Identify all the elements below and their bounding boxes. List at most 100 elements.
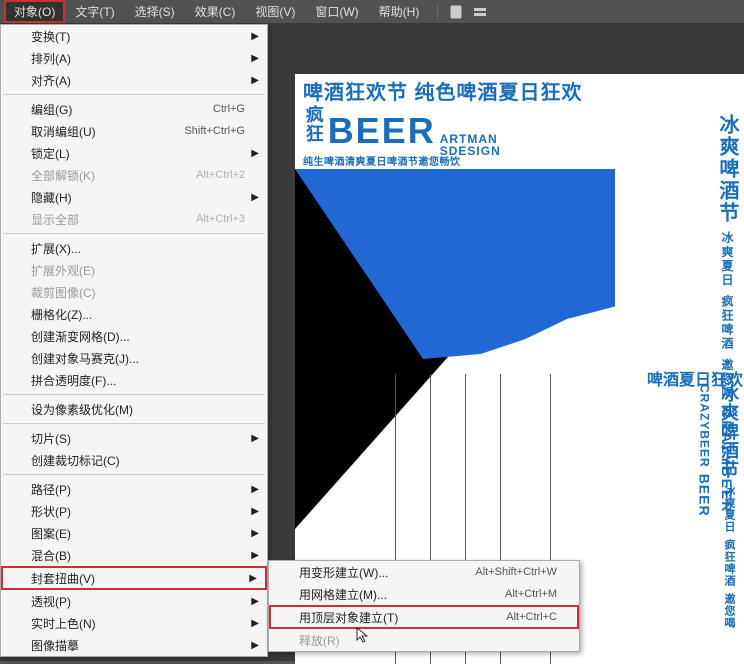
submenu-arrow-icon: ▶ (251, 53, 259, 64)
menu-item[interactable]: 图像描摹 ▶ (1, 634, 267, 656)
menu-item-label: 裁剪图像(C) (31, 284, 245, 301)
menu-item-label: 显示全部 (31, 211, 196, 228)
vertical-text-2: 冰爽啤酒节 冰爽夏日 疯狂啤酒 邀您喝 CRAZYBEER BEER (692, 384, 741, 664)
menu-object[interactable]: 对象(O) (4, 0, 65, 23)
submenu-arrow-icon: ▶ (251, 528, 259, 539)
menu-item[interactable]: 编组(G)Ctrl+G (1, 98, 267, 120)
submenu-arrow-icon: ▶ (251, 148, 259, 159)
menu-item-label: 变换(T) (31, 28, 245, 45)
menu-item[interactable]: 创建对象马赛克(J)... (1, 347, 267, 369)
menu-item-label: 取消编组(U) (31, 123, 184, 140)
menu-item[interactable]: 创建裁切标记(C) (1, 449, 267, 471)
menubar: 对象(O) 文字(T) 选择(S) 效果(C) 视图(V) 窗口(W) 帮助(H… (0, 0, 744, 24)
menu-view[interactable]: 视图(V) (245, 0, 305, 23)
menu-help[interactable]: 帮助(H) (369, 0, 430, 23)
submenu-arrow-icon: ▶ (251, 433, 259, 444)
submenu-arrow-icon: ▶ (249, 573, 257, 584)
menu-item[interactable]: 路径(P) ▶ (1, 478, 267, 500)
submenu-arrow-icon: ▶ (251, 618, 259, 629)
menu-shortcut: Alt+Ctrl+C (506, 611, 557, 623)
doc-setup-icon[interactable] (446, 4, 466, 20)
menu-item-label: 扩展(X)... (31, 240, 245, 257)
menu-item[interactable]: 锁定(L) ▶ (1, 142, 267, 164)
submenu-item-label: 用变形建立(W)... (299, 564, 475, 581)
menu-separator (3, 394, 265, 395)
menu-shortcut: Shift+Ctrl+G (184, 125, 245, 137)
menu-item-label: 排列(A) (31, 50, 245, 67)
menu-item: 裁剪图像(C) (1, 281, 267, 303)
menu-effect[interactable]: 效果(C) (185, 0, 246, 23)
submenu-arrow-icon: ▶ (251, 484, 259, 495)
menu-item-label: 创建裁切标记(C) (31, 452, 245, 469)
submenu-item[interactable]: 用顶层对象建立(T)Alt+Ctrl+C (269, 605, 579, 629)
beer-text: BEER (328, 110, 436, 151)
submenu-arrow-icon: ▶ (251, 640, 259, 651)
menu-item[interactable]: 混合(B)▶ (1, 544, 267, 566)
menu-select[interactable]: 选择(S) (125, 0, 185, 23)
menu-shortcut: Alt+Shift+Ctrl+W (475, 566, 557, 578)
menu-shortcut: Alt+Ctrl+2 (196, 169, 245, 181)
menu-item[interactable]: 设为像素级优化(M) (1, 398, 267, 420)
menu-item-label: 拼合透明度(F)... (31, 372, 245, 389)
menu-item-label: 编组(G) (31, 101, 213, 118)
poster-title: 啤酒狂欢节 纯色啤酒夏日狂欢 (303, 82, 737, 105)
menu-item-label: 形状(P) (31, 503, 245, 520)
menu-item[interactable]: 形状(P) ▶ (1, 500, 267, 522)
menu-item[interactable]: 栅格化(Z)... (1, 303, 267, 325)
submenu-item: 释放(R) (269, 629, 579, 651)
menu-item-label: 创建对象马赛克(J)... (31, 350, 245, 367)
submenu-item[interactable]: 用网格建立(M)...Alt+Ctrl+M (269, 583, 579, 605)
menu-item-label: 封套扭曲(V) (31, 570, 245, 587)
submenu-item[interactable]: 用变形建立(W)...Alt+Shift+Ctrl+W (269, 561, 579, 583)
submenu-arrow-icon: ▶ (251, 31, 259, 42)
menu-item-label: 图案(E) (31, 525, 245, 542)
submenu-arrow-icon: ▶ (251, 506, 259, 517)
menu-item-label: 透视(P) (31, 593, 245, 610)
menu-item[interactable]: 切片(S) ▶ (1, 427, 267, 449)
sec-title: 啤酒夏日狂欢 (647, 366, 743, 390)
menu-item[interactable]: 对齐(A) ▶ (1, 69, 267, 91)
menu-item[interactable]: 创建渐变网格(D)... (1, 325, 267, 347)
menu-item[interactable]: 取消编组(U)Shift+Ctrl+G (1, 120, 267, 142)
poster-subtitle: 纯生啤酒清爽夏日啤酒节邀您畅饮 (303, 157, 737, 169)
submenu-arrow-icon: ▶ (251, 550, 259, 561)
menu-item[interactable]: 扩展(X)... (1, 237, 267, 259)
menu-item-label: 实时上色(N) (31, 615, 245, 632)
menu-item[interactable]: 图案(E) ▶ (1, 522, 267, 544)
menu-item-label: 全部解锁(K) (31, 167, 196, 184)
menu-item: 显示全部Alt+Ctrl+3 (1, 208, 267, 230)
toolbar-divider (437, 4, 438, 20)
menu-item-label: 设为像素级优化(M) (31, 401, 245, 418)
submenu-item-label: 用网格建立(M)... (299, 586, 505, 603)
submenu-arrow-icon: ▶ (251, 75, 259, 86)
menu-item[interactable]: 实时上色(N) ▶ (1, 612, 267, 634)
menu-shortcut: Alt+Ctrl+M (505, 588, 557, 600)
menu-item-label: 锁定(L) (31, 145, 245, 162)
menu-shortcut: Ctrl+G (213, 103, 245, 115)
object-menu-dropdown: 变换(T)▶排列(A)▶对齐(A)▶编组(G)Ctrl+G取消编组(U)Shif… (0, 24, 268, 657)
menu-item-label: 栅格化(Z)... (31, 306, 245, 323)
menu-item[interactable]: 拼合透明度(F)... (1, 369, 267, 391)
menu-item[interactable]: 封套扭曲(V) ▶ (1, 566, 267, 590)
cursor-icon (355, 627, 371, 646)
menu-separator (3, 423, 265, 424)
menu-item: 扩展外观(E) (1, 259, 267, 281)
menu-text[interactable]: 文字(T) (65, 0, 124, 23)
menu-item-label: 路径(P) (31, 481, 245, 498)
menu-item-label: 对齐(A) (31, 72, 245, 89)
menu-item[interactable]: 排列(A) ▶ (1, 47, 267, 69)
menu-item-label: 扩展外观(E) (31, 262, 245, 279)
menu-item-label: 切片(S) (31, 430, 245, 447)
menu-item[interactable]: 透视(P)▶ (1, 590, 267, 612)
menu-separator (3, 233, 265, 234)
preferences-icon[interactable] (470, 4, 490, 20)
submenu-item-label: 释放(R) (299, 632, 557, 649)
menu-item-label: 图像描摹 (31, 637, 245, 654)
menu-window[interactable]: 窗口(W) (305, 0, 368, 23)
envelope-distort-submenu: 用变形建立(W)...Alt+Shift+Ctrl+W用网格建立(M)...Al… (268, 560, 580, 652)
menu-separator (3, 474, 265, 475)
submenu-arrow-icon: ▶ (251, 192, 259, 203)
menu-item[interactable]: 隐藏(H)▶ (1, 186, 267, 208)
submenu-item-label: 用顶层对象建立(T) (299, 609, 506, 626)
menu-item[interactable]: 变换(T) ▶ (1, 25, 267, 47)
